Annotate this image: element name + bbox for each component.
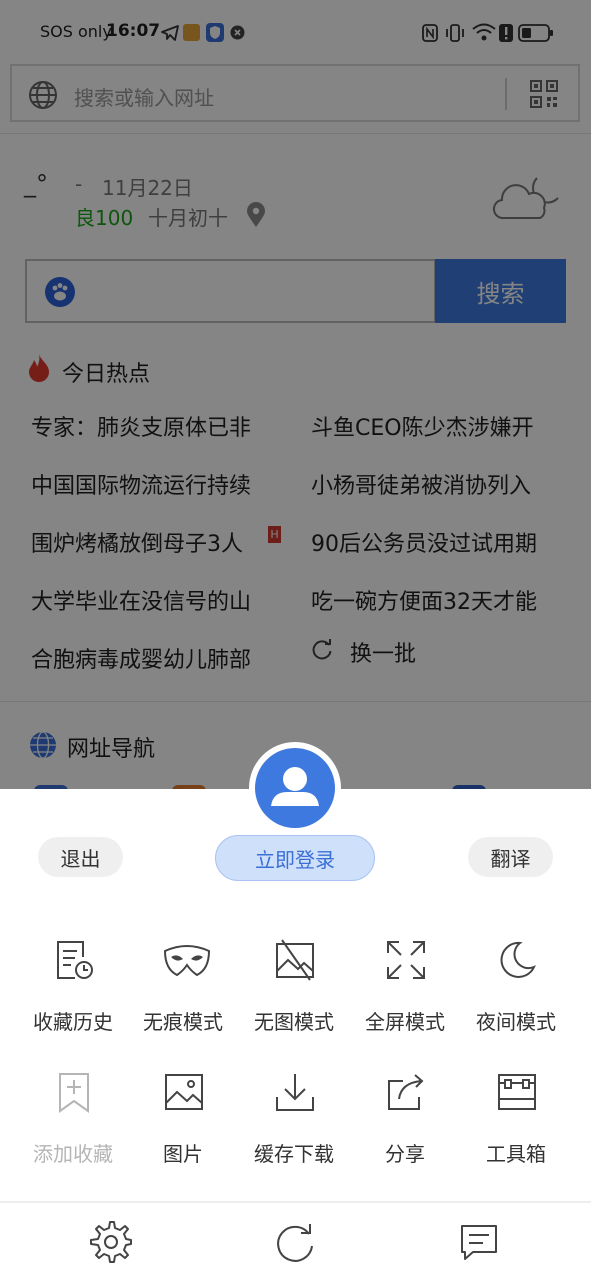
settings-gear-icon[interactable] [90,1221,132,1263]
bottom-nav [0,1201,591,1282]
menu-label: 无痕模式 [143,1010,223,1034]
menu-label: 夜间模式 [476,1010,556,1034]
share-icon [388,1074,424,1110]
menu-label: 收藏历史 [33,1010,113,1034]
user-icon [255,748,335,828]
search-button[interactable]: 搜索 [435,259,566,323]
avatar[interactable] [249,742,341,834]
hot-item[interactable]: 斗鱼CEO陈少杰涉嫌开 [311,410,534,442]
battery-icon [518,24,553,42]
login-button[interactable]: 立即登录 [215,835,375,881]
feedback-icon[interactable] [459,1222,499,1262]
menu-label: 添加收藏 [33,1142,113,1166]
app-notification-icon [183,24,200,41]
baidu-paw-icon [45,277,75,307]
hot-item[interactable]: 围炉烤橘放倒母子3人 [31,526,243,558]
temperature: _° [24,170,48,198]
hot-topics-title: 今日热点 [62,362,151,387]
wifi-icon [472,23,496,41]
menu-label: 缓存下载 [254,1142,334,1166]
section-divider [0,701,591,702]
hot-item[interactable]: 90后公务员没过试用期 [311,526,537,558]
hot-badge: H [268,526,281,543]
status-bar: SOS only 16:07 [0,0,591,64]
alert-icon [499,24,513,42]
lunar-date: 十月初十 [148,206,228,230]
refresh-icon [312,639,332,660]
nfc-icon [422,24,438,42]
bookmark-add-icon [59,1073,89,1113]
search-input[interactable] [25,259,436,323]
clock: 16:07 [106,21,161,41]
logout-button[interactable]: 退出 [38,837,123,877]
cloudy-night-icon [493,177,559,220]
hot-item[interactable]: 小杨哥徒弟被消协列入 [311,468,531,500]
weather-date: 11月22日 [102,176,193,200]
image-icon [165,1074,203,1110]
address-bar[interactable]: 搜索或输入网址 [10,64,580,122]
hot-item[interactable]: 大学毕业在没信号的山 [31,584,251,616]
hot-item[interactable]: 吃一碗方便面32天才能 [311,584,537,616]
menu-item-toolbox[interactable]: 工具箱 [461,1071,571,1171]
menu-item-add-bookmark[interactable]: 添加收藏 [18,1071,128,1171]
menu-item-share[interactable]: 分享 [350,1071,460,1171]
menu-label: 无图模式 [254,1010,334,1034]
refresh-page-icon[interactable] [274,1222,316,1264]
refresh-topics-button[interactable]: 换一批 [311,636,471,668]
menu-label: 全屏模式 [365,1010,445,1034]
divider [505,78,507,110]
menu-item-no-image[interactable]: 无图模式 [239,939,349,1039]
hot-item[interactable]: 合胞病毒成婴幼儿肺部 [31,642,251,674]
no-image-icon [276,939,314,981]
qr-scan-icon[interactable] [530,80,558,108]
menu-label: 工具箱 [486,1142,546,1166]
menu-item-night[interactable]: 夜间模式 [461,939,571,1039]
vibrate-icon [446,24,464,42]
menu-label: 图片 [163,1142,203,1166]
address-input[interactable]: 搜索或输入网址 [74,82,214,111]
menu-item-fullscreen[interactable]: 全屏模式 [350,939,460,1039]
header-divider [0,133,591,134]
nav-section-title: 网址导航 [67,737,156,762]
air-quality: 良100 [75,206,134,230]
toolbox-icon [498,1074,536,1110]
menu-item-images[interactable]: 图片 [128,1071,238,1171]
menu-item-history[interactable]: 收藏历史 [18,939,128,1039]
globe-icon [29,81,57,109]
globe-nav-icon [30,731,56,759]
close-badge-icon [230,25,245,40]
mask-icon [163,945,211,977]
fullscreen-icon [387,941,425,979]
weather-dash: - [75,172,83,196]
download-icon [276,1074,314,1111]
translate-button[interactable]: 翻译 [468,837,553,877]
hot-item[interactable]: 专家：肺炎支原体已非 [31,410,251,442]
carrier-text: SOS only [40,22,112,41]
moon-icon [500,941,536,978]
menu-item-incognito[interactable]: 无痕模式 [128,939,238,1039]
menu-item-download[interactable]: 缓存下载 [239,1071,349,1171]
hot-item[interactable]: 中国国际物流运行持续 [31,468,251,500]
refresh-label: 换一批 [350,642,417,667]
menu-label: 分享 [385,1142,425,1166]
telegram-icon [161,25,179,41]
fire-icon [29,354,49,382]
location-icon[interactable] [246,202,266,228]
shield-icon [206,23,224,42]
history-icon [57,941,93,979]
